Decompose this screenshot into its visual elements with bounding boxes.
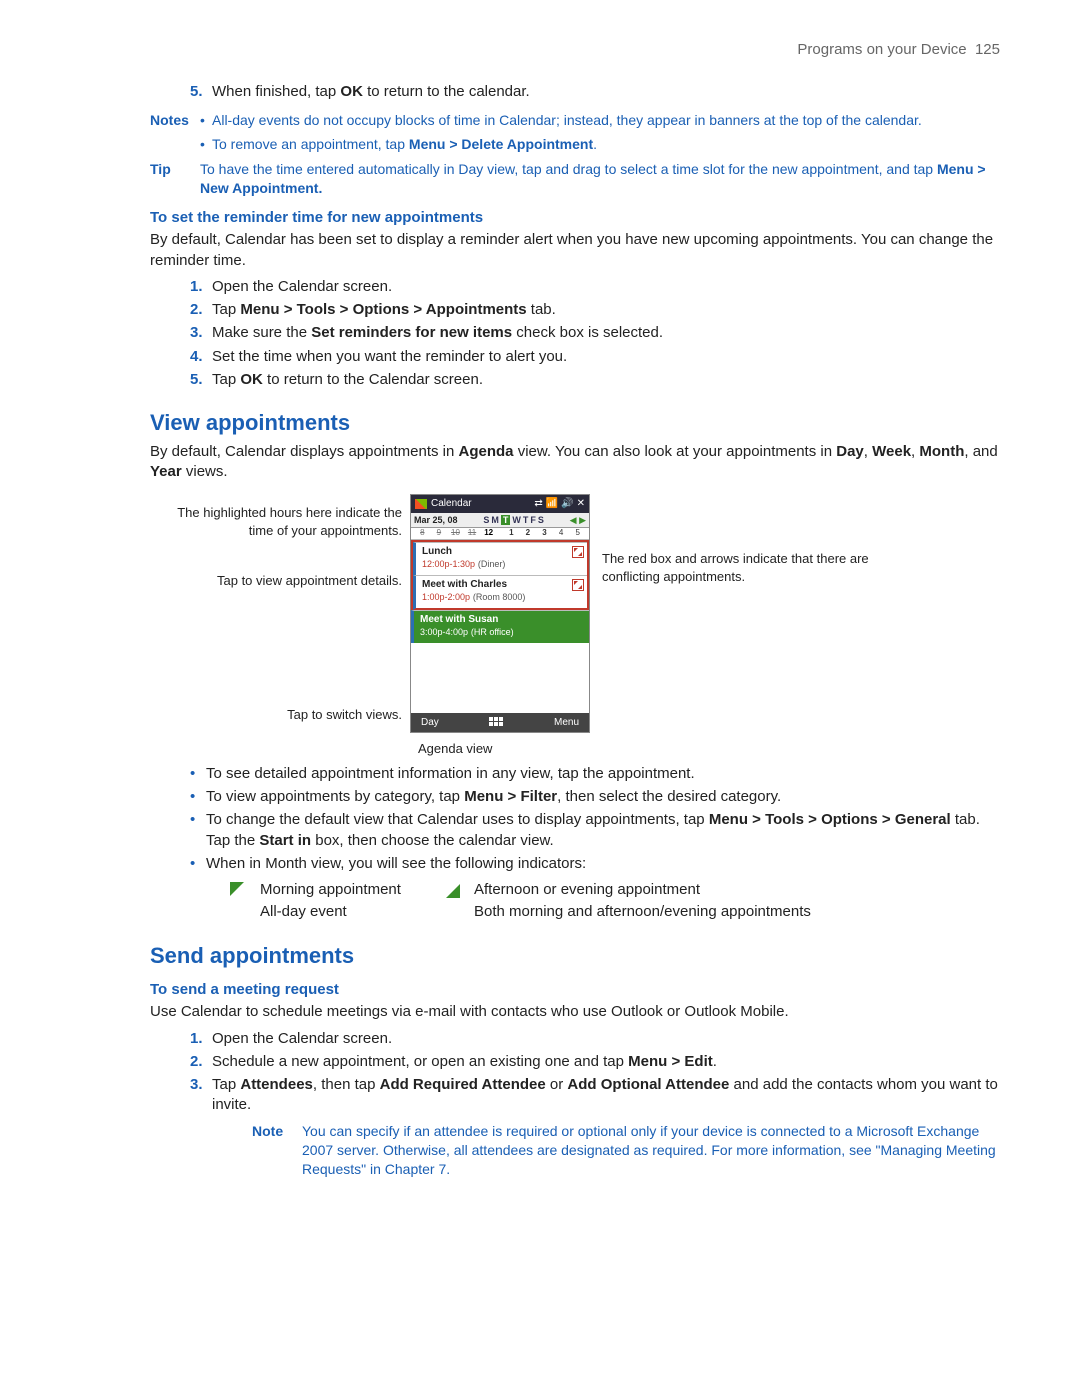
nested-note: Note You can specify if an attendee is r… <box>252 1122 1000 1179</box>
menu-button[interactable]: Menu <box>554 716 579 730</box>
header-page: 125 <box>975 41 1000 58</box>
nav-arrows-icon[interactable]: ◀ ▶ <box>570 514 586 526</box>
bullet-1: To see detailed appointment information … <box>190 764 1000 784</box>
device-datebar: Mar 25, 08 SMTWTFS ◀ ▶ <box>411 513 589 528</box>
view-switch-icon[interactable] <box>489 717 503 727</box>
allday-indicator-icon <box>230 904 246 920</box>
device-titlebar: Calendar ⇄📶🔊✕ <box>411 495 589 513</box>
appt-charles[interactable]: Meet with Charles 1:00p-2:00p (Room 8000… <box>413 575 587 610</box>
step-5: 5. When finished, tap OK to return to th… <box>190 82 1000 102</box>
status-icons: ⇄📶🔊✕ <box>531 497 585 511</box>
notes-block: Notes •All-day events do not occupy bloc… <box>150 111 1000 155</box>
view-heading: View appointments <box>150 408 1000 438</box>
send-heading: Send appointments <box>150 941 1000 971</box>
windows-flag-icon <box>415 499 427 509</box>
appt-lunch[interactable]: Lunch 12:00p-1:30p (Diner) <box>413 542 587 575</box>
device-bottombar: Day Menu <box>411 713 589 733</box>
appt-susan[interactable]: Meet with Susan 3:00p-4:00p (HR office) <box>411 610 589 643</box>
device-screenshot: Calendar ⇄📶🔊✕ Mar 25, 08 SMTWTFS ◀ ▶ 891… <box>410 494 590 733</box>
bullet-2: To view appointments by category, tap Me… <box>190 787 1000 807</box>
callout-left-1: The highlighted hours here indicate the … <box>150 504 402 539</box>
send-body: Use Calendar to schedule meetings via e-… <box>150 1002 1000 1022</box>
page-header: Programs on your Device 125 <box>150 40 1000 60</box>
tip-text: To have the time entered automatically i… <box>200 160 1000 198</box>
note-1: All-day events do not occupy blocks of t… <box>212 111 922 130</box>
conflict-icon <box>572 579 584 591</box>
screenshot-block: The highlighted hours here indicate the … <box>150 494 1000 734</box>
tip-label: Tip <box>150 160 200 198</box>
morning-indicator-icon <box>230 882 246 898</box>
afternoon-indicator-icon <box>444 882 460 898</box>
bullet-4: When in Month view, you will see the fol… <box>190 854 1000 874</box>
reminder-subhead: To set the reminder time for new appoint… <box>150 208 1000 228</box>
notes-label: Notes <box>150 111 200 155</box>
callout-left-3: Tap to switch views. <box>287 706 402 724</box>
send-subhead: To send a meeting request <box>150 980 1000 1000</box>
agenda-caption: Agenda view <box>418 740 1000 758</box>
send-steps: 1.Open the Calendar screen. 2.Schedule a… <box>190 1029 1000 1179</box>
note-2: To remove an appointment, tap Menu > Del… <box>212 135 597 154</box>
reminder-body: By default, Calendar has been set to dis… <box>150 230 1000 271</box>
indicator-row-2: All-day event Both morning and afternoon… <box>230 902 1000 922</box>
bullet-3: To change the default view that Calendar… <box>190 810 1000 851</box>
tip-block: Tip To have the time entered automatical… <box>150 160 1000 198</box>
view-body: By default, Calendar displays appointmen… <box>150 442 1000 483</box>
view-bullets: To see detailed appointment information … <box>190 764 1000 874</box>
header-section: Programs on your Device <box>797 41 966 58</box>
callout-right-1: The red box and arrows indicate that the… <box>602 550 872 585</box>
day-button[interactable]: Day <box>421 716 439 730</box>
callout-left-2: Tap to view appointment details. <box>217 572 402 590</box>
conflict-icon <box>572 546 584 558</box>
indicator-row-1: Morning appointment Afternoon or evening… <box>230 880 1000 900</box>
both-indicator-icon <box>444 904 460 920</box>
step-list-top: 5. When finished, tap OK to return to th… <box>190 82 1000 102</box>
reminder-steps: 1.Open the Calendar screen. 2.Tap Menu >… <box>190 277 1000 390</box>
